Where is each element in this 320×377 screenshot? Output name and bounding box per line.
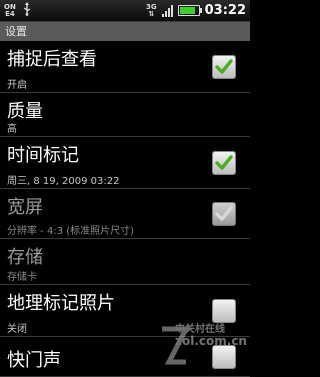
setting-checkbox[interactable] bbox=[212, 55, 236, 79]
checkmark-icon bbox=[215, 206, 233, 221]
setting-summary: 高 bbox=[7, 124, 17, 135]
status-left-icons: ON E4 bbox=[4, 2, 32, 19]
battery-icon bbox=[177, 5, 202, 16]
setting-row[interactable]: 捕捉后查看 开启 bbox=[0, 41, 250, 93]
setting-title: 地理标记照片 bbox=[7, 293, 115, 314]
setting-row[interactable]: 宽屏分辨率 - 4:3 (标准照片尺寸) bbox=[0, 189, 250, 239]
usb-icon bbox=[22, 2, 32, 19]
setting-summary: 周三, 8 19, 2009 03:22 bbox=[7, 176, 120, 187]
notification-on-icon: ON E4 bbox=[4, 3, 16, 18]
setting-title: 时间标记 bbox=[7, 145, 79, 166]
setting-summary: 关闭 bbox=[7, 324, 27, 335]
network-type-icon: 3G ⇅ bbox=[145, 2, 157, 18]
battery-level-fill bbox=[179, 7, 195, 14]
watermark-line2: zol.com.cn bbox=[175, 334, 247, 348]
setting-row[interactable]: 时间标记周三, 8 19, 2009 03:22 bbox=[0, 137, 250, 189]
settings-header: 设置 bbox=[0, 22, 250, 41]
notification-on-label-bottom: E4 bbox=[5, 9, 15, 18]
setting-title: 宽屏 bbox=[7, 197, 43, 218]
signal-bar bbox=[170, 4, 173, 17]
setting-row[interactable]: 存储 存储卡 bbox=[0, 239, 250, 285]
setting-title: 存储 bbox=[7, 247, 43, 268]
status-bar: ON E4 3G ⇅ 03:22 bbox=[0, 0, 250, 22]
setting-summary: 分辨率 - 4:3 (标准照片尺寸) bbox=[7, 226, 135, 237]
status-right-icons: 3G ⇅ 03:22 bbox=[146, 0, 246, 21]
setting-title: 快门声 bbox=[7, 350, 61, 371]
checkmark-icon bbox=[215, 155, 233, 170]
checkmark-icon bbox=[215, 59, 233, 74]
setting-summary: 开启 bbox=[7, 80, 27, 91]
setting-checkbox[interactable] bbox=[212, 202, 236, 226]
setting-summary: 存储卡 bbox=[7, 272, 37, 283]
signal-bar bbox=[167, 7, 170, 17]
signal-strength-icon bbox=[161, 4, 173, 17]
setting-row[interactable]: 质量高 bbox=[0, 93, 250, 137]
signal-bar bbox=[161, 13, 164, 17]
status-clock: 03:22 bbox=[204, 3, 246, 18]
signal-bar bbox=[164, 10, 167, 17]
zol-watermark: 中关村在线 zol.com.cn bbox=[162, 320, 248, 372]
setting-title: 捕捉后查看 bbox=[7, 49, 97, 70]
watermark-line1: 中关村在线 bbox=[175, 324, 225, 335]
setting-checkbox[interactable] bbox=[212, 151, 236, 175]
